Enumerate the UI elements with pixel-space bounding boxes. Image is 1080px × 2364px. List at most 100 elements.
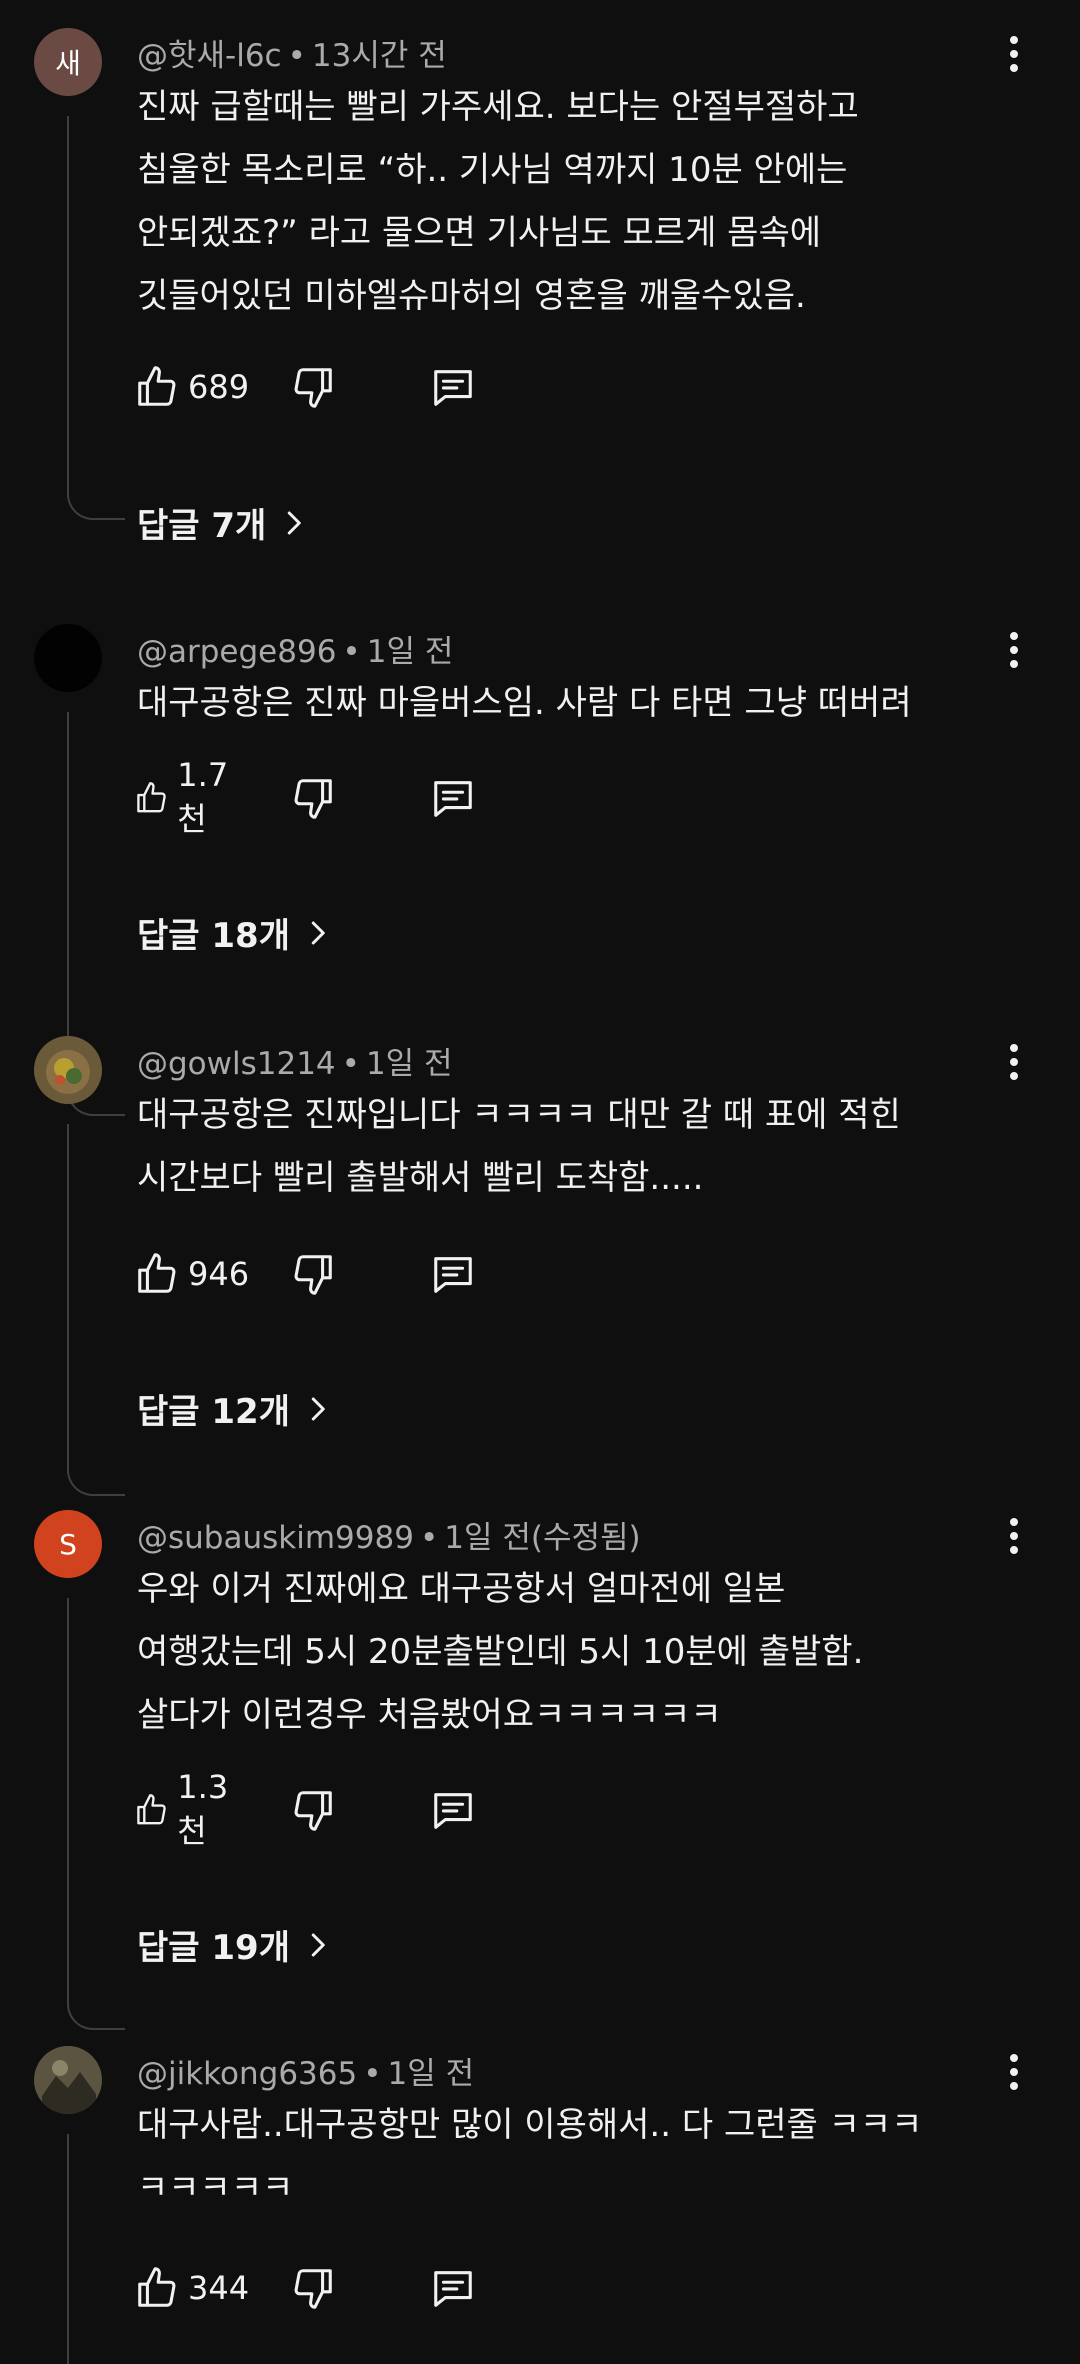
chevron-right-icon — [311, 1933, 325, 1956]
like-button[interactable]: 689 — [134, 359, 249, 415]
separator: • — [342, 634, 361, 670]
more-vert-icon[interactable] — [996, 2048, 1032, 2096]
like-button[interactable]: 946 — [134, 1246, 249, 1302]
thumbs-up-icon — [137, 1794, 166, 1825]
like-count: 344 — [188, 2269, 250, 2307]
comment-time: 1일 전 — [365, 1046, 453, 1082]
replies-label: 답글 19개 — [137, 1928, 290, 1968]
avatar-initial: 새 — [55, 47, 81, 80]
reply-button[interactable] — [430, 2260, 476, 2316]
like-button[interactable]: 1.7천 — [134, 756, 239, 838]
comment-text: 대구사람..대구공항만 많이 이용해서.. 다 그런줄 ㅋㅋㅋ ㅋㅋㅋㅋㅋ — [137, 2094, 987, 2220]
comment-line: 대구공항은 진짜입니다 ㅋㅋㅋㅋ 대만 갈 때 표에 적힌 — [137, 1095, 901, 1135]
comment-meta: @jikkong6365 • 1일 전 — [137, 2048, 474, 2093]
like-count: 1.3천 — [177, 1768, 229, 1850]
avatar-initial: S — [59, 1527, 77, 1561]
view-replies-button[interactable]: 답글 18개 — [137, 908, 332, 957]
comment-line: 진짜 급할때는 빨리 가주세요. 보다는 안절부절하고 — [137, 87, 859, 127]
thumbs-down-icon — [294, 368, 332, 408]
photo-avatar-icon — [34, 2046, 102, 2114]
thread-line — [67, 1124, 125, 1496]
like-button[interactable]: 1.3천 — [134, 1768, 239, 1850]
dislike-button[interactable] — [290, 359, 336, 415]
more-vert-icon[interactable] — [996, 1038, 1032, 1086]
comment-meta: @arpege896 • 1일 전 — [137, 626, 453, 671]
thread-line — [67, 116, 125, 520]
reply-button[interactable] — [430, 770, 476, 826]
comment-icon — [434, 781, 472, 817]
thread-line — [67, 1598, 125, 2030]
comment-icon — [434, 1257, 472, 1293]
comment-icon — [434, 370, 472, 406]
comment-time: 13시간 전 — [311, 38, 447, 74]
separator: • — [419, 1520, 439, 1556]
comment-text: 대구공항은 진짜입니다 ㅋㅋㅋㅋ 대만 갈 때 표에 적힌 시간보다 빨리 출발… — [137, 1084, 987, 1210]
thumbs-down-icon — [294, 2269, 332, 2309]
view-replies-button[interactable]: 답글 12개 — [137, 1384, 332, 1433]
food-photo-icon — [34, 1036, 102, 1104]
separator: • — [287, 38, 306, 74]
like-count: 689 — [188, 368, 250, 406]
thumbs-down-icon — [294, 779, 332, 819]
comment-line: ㅋㅋㅋㅋㅋ — [137, 2168, 294, 2208]
view-replies-button[interactable]: 답글 7개 — [137, 498, 308, 547]
like-button[interactable]: 344 — [134, 2260, 249, 2316]
comment-line: 살다가 이런경우 처음봤어요ㅋㅋㅋㅋㅋㅋ — [137, 1695, 722, 1735]
replies-label: 답글 18개 — [137, 916, 290, 956]
dislike-button[interactable] — [290, 1782, 336, 1838]
comment-line: 시간보다 빨리 출발해서 빨리 도착함..... — [137, 1158, 704, 1198]
author-handle[interactable]: @jikkong6365 — [137, 2056, 357, 2092]
more-vert-icon[interactable] — [996, 1512, 1032, 1560]
more-vert-icon[interactable] — [996, 626, 1032, 674]
comment-text: 우와 이거 진짜에요 대구공항서 얼마전에 일본 여행갔는데 5시 20분출발인… — [137, 1558, 987, 1747]
replies-label: 답글 12개 — [137, 1392, 290, 1432]
comment-meta: @핫새-l6c • 13시간 전 — [137, 30, 447, 75]
chevron-right-icon — [311, 1397, 325, 1420]
more-vert-icon[interactable] — [996, 30, 1032, 78]
view-replies-button[interactable]: 답글 19개 — [137, 1920, 332, 1969]
avatar[interactable] — [34, 624, 102, 692]
chevron-right-icon — [288, 511, 302, 534]
avatar[interactable]: S — [34, 1510, 102, 1578]
author-handle[interactable]: @arpege896 — [137, 634, 336, 670]
reply-button[interactable] — [430, 1782, 476, 1838]
comment-meta: @subauskim9989 • 1일 전(수정됨) — [137, 1512, 641, 1557]
reply-button[interactable] — [430, 1246, 476, 1302]
comment-line: 깃들어있던 미하엘슈마허의 영혼을 깨울수있음. — [137, 276, 806, 316]
author-handle[interactable]: @subauskim9989 — [137, 1520, 414, 1556]
author-handle[interactable]: @핫새-l6c — [137, 38, 282, 74]
separator: • — [341, 1046, 360, 1082]
separator: • — [363, 2056, 382, 2092]
avatar[interactable] — [34, 1036, 102, 1104]
comment-icon — [434, 1793, 472, 1829]
comment-line: 우와 이거 진짜에요 대구공항서 얼마전에 일본 — [137, 1569, 786, 1609]
comment-time: 1일 전 — [366, 634, 454, 670]
avatar[interactable]: 새 — [34, 28, 102, 96]
comment-line: 침울한 목소리로 “하.. 기사님 역까지 10분 안에는 — [137, 150, 848, 190]
author-handle[interactable]: @gowls1214 — [137, 1046, 336, 1082]
like-count: 946 — [188, 1255, 250, 1293]
comment-time: 1일 전(수정됨) — [444, 1520, 641, 1556]
thumbs-up-icon — [138, 366, 176, 406]
comment-icon — [434, 2271, 472, 2307]
comment-line: 대구사람..대구공항만 많이 이용해서.. 다 그런줄 ㅋㅋㅋ — [137, 2105, 923, 2145]
thumbs-up-icon — [138, 1253, 176, 1293]
comment-text: 진짜 급할때는 빨리 가주세요. 보다는 안절부절하고 침울한 목소리로 “하.… — [137, 76, 987, 328]
dislike-button[interactable] — [290, 1246, 336, 1302]
dislike-button[interactable] — [290, 2260, 336, 2316]
reply-button[interactable] — [430, 359, 476, 415]
thumbs-up-icon — [137, 782, 166, 813]
comment-time: 1일 전 — [387, 2056, 475, 2092]
thumbs-down-icon — [294, 1791, 332, 1831]
comment-meta: @gowls1214 • 1일 전 — [137, 1038, 453, 1083]
comment-line: 안되겠죠?” 라고 물으면 기사님도 모르게 몸속에 — [137, 213, 822, 253]
comment-text: 대구공항은 진짜 마을버스임. 사람 다 타면 그냥 떠버려 — [137, 672, 997, 735]
chevron-right-icon — [311, 921, 325, 944]
dislike-button[interactable] — [290, 770, 336, 826]
avatar[interactable] — [34, 2046, 102, 2114]
comment-line: 여행갔는데 5시 20분출발인데 5시 10분에 출발함. — [137, 1632, 864, 1672]
comment-line: 대구공항은 진짜 마을버스임. 사람 다 타면 그냥 떠버려 — [137, 683, 912, 723]
replies-label: 답글 7개 — [137, 506, 267, 546]
thumbs-up-icon — [138, 2267, 176, 2307]
thumbs-down-icon — [294, 1255, 332, 1295]
